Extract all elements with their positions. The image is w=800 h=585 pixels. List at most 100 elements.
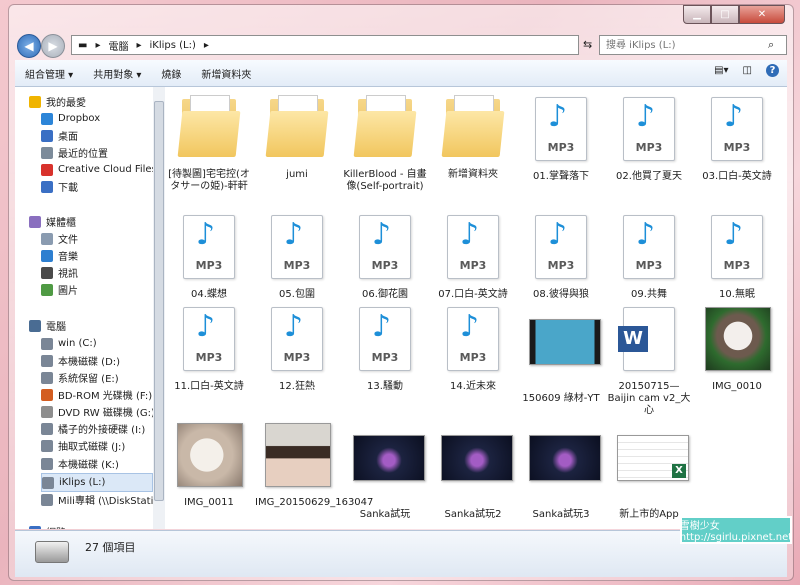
file-item[interactable]: Sanka試玩3 <box>519 417 603 521</box>
scrollbar-thumb[interactable] <box>154 101 164 501</box>
file-item[interactable]: Sanka試玩2 <box>431 417 515 521</box>
file-item[interactable]: ♪ MP3 07.口白-英文詩 <box>431 209 515 301</box>
sidebar-item[interactable]: 網路 <box>29 523 66 529</box>
sidebar-item[interactable]: 文件 <box>41 230 78 247</box>
file-item[interactable]: ♪ MP3 06.御花園 <box>343 209 427 301</box>
file-item[interactable]: 150609 綠材-YT <box>519 301 603 405</box>
breadcrumb-computer[interactable]: 電腦 <box>108 38 128 53</box>
sidebar-item[interactable]: 圖片 <box>41 281 78 298</box>
close-button[interactable]: ✕ <box>739 5 785 24</box>
sidebar-item[interactable]: 下載 <box>41 178 78 195</box>
view-options-icon[interactable]: ▤▾ <box>714 65 728 76</box>
search-box[interactable]: ⌕ <box>599 35 787 55</box>
sidebar-item[interactable]: 媒體櫃 <box>29 213 76 230</box>
file-item[interactable]: ♪ MP3 05.包圍 <box>255 209 339 301</box>
file-item[interactable]: W 20150715—Baijin cam v2_大心 <box>607 301 691 417</box>
maximize-button[interactable]: □ <box>711 5 739 24</box>
help-icon[interactable]: ? <box>766 64 779 77</box>
sidebar-item[interactable]: win (C:) <box>41 335 97 352</box>
sidebar-item[interactable]: 最近的位置 <box>41 144 108 161</box>
file-item[interactable]: ♪ MP3 12.狂熱 <box>255 301 339 393</box>
network-drive-icon <box>41 493 53 506</box>
minimize-button[interactable]: ▁ <box>683 5 711 24</box>
file-name: 20150715—Baijin cam v2_大心 <box>607 381 691 416</box>
refresh-icon[interactable]: ⇆ <box>583 38 592 51</box>
breadcrumb-iklips[interactable]: iKlips (L:) <box>150 40 196 51</box>
file-item[interactable]: ♪ MP3 01.掌聲落下 <box>519 91 603 183</box>
file-item[interactable]: X 新上市的App <box>607 417 691 521</box>
game-screenshot-thumbnail <box>441 435 513 505</box>
sidebar-item[interactable]: 桌面 <box>41 127 78 144</box>
sidebar-item[interactable]: Creative Cloud Files <box>41 161 153 178</box>
sidebar-item[interactable]: 電腦 <box>29 317 66 334</box>
file-item[interactable]: IMG_20150629_163047 <box>255 417 373 509</box>
video-icon <box>41 266 53 279</box>
address-bar: ◀ ▶ ▬ ▸ 電腦 ▸ iKlips (L:) ▸ ⇆ ⌕ <box>15 33 787 59</box>
explorer-window: ▁ □ ✕ ◀ ▶ ▬ ▸ 電腦 ▸ iKlips (L:) ▸ ⇆ ⌕ 組合管… <box>8 4 794 581</box>
search-input[interactable] <box>600 38 768 52</box>
file-item[interactable]: 新增資料夾 <box>431 91 515 181</box>
mp3-file-icon: ♪ MP3 <box>265 307 329 377</box>
new-folder-button[interactable]: 新增資料夾 <box>191 66 261 81</box>
command-bar: 組合管理 ▾ 共用對象 ▾ 燒錄 新增資料夾 ▤▾ ◫ ? <box>15 60 787 87</box>
drive-icon: ▬ <box>78 39 88 51</box>
sidebar-item[interactable]: BD-ROM 光碟機 (F:) <box>41 386 152 403</box>
file-item[interactable]: ♪ MP3 02.他買了夏天 <box>607 91 691 183</box>
burn-button[interactable]: 燒錄 <box>151 66 191 81</box>
file-item[interactable]: IMG_0010 <box>695 301 779 393</box>
sidebar-item[interactable]: 本機磁碟 (D:) <box>41 352 120 369</box>
video-thumbnail <box>529 319 601 389</box>
sidebar-item-label: 圖片 <box>58 286 78 297</box>
file-item[interactable]: ♪ MP3 08.彼得與狼 <box>519 209 603 301</box>
file-item[interactable]: ♪ MP3 03.口白-英文詩 <box>695 91 779 183</box>
sidebar-item[interactable]: Mili專輯 (\\DiskStatio <box>41 491 153 508</box>
sidebar-item[interactable]: Dropbox <box>41 110 100 127</box>
sidebar-item[interactable]: 系統保留 (E:) <box>41 369 119 386</box>
share-with-button[interactable]: 共用對象 ▾ <box>83 66 151 81</box>
file-item[interactable]: ♪ MP3 10.無眠 <box>695 209 779 301</box>
photo-thumbnail <box>265 423 331 493</box>
file-name: KillerBlood - 自畫像(Self-portrait) <box>343 169 427 192</box>
mp3-label: MP3 <box>723 141 751 154</box>
sidebar-item[interactable]: 音樂 <box>41 247 78 264</box>
file-name: 09.共舞 <box>631 289 667 300</box>
back-button[interactable]: ◀ <box>17 34 41 58</box>
file-name: jumi <box>286 169 308 180</box>
sidebar-item[interactable]: DVD RW 磁碟機 (G:) <box>41 403 153 420</box>
file-item[interactable]: IMG_0011 <box>167 417 251 509</box>
file-name: 03.口白-英文詩 <box>702 171 772 182</box>
sidebar-item[interactable]: 我的最愛 <box>29 93 86 110</box>
file-name: 12.狂熱 <box>279 381 315 392</box>
watermark-logo: 雪樹少女 http://sgirlu.pixnet.net <box>680 516 792 544</box>
nav-scrollbar[interactable] <box>153 87 165 529</box>
mp3-label: MP3 <box>195 351 223 364</box>
mp3-file-icon: ♪ MP3 <box>441 307 505 377</box>
sidebar-item-label: 最近的位置 <box>58 149 108 160</box>
sidebar-item[interactable]: 橘子的外接硬碟 (I:) <box>41 420 145 437</box>
sidebar-item[interactable]: iKlips (L:) <box>41 473 153 492</box>
file-item[interactable]: jumi <box>255 91 339 181</box>
file-item[interactable]: ♪ MP3 11.口白-英文詩 <box>167 301 251 393</box>
game-screenshot-thumbnail <box>353 435 425 505</box>
file-name: 11.口白-英文詩 <box>174 381 244 392</box>
mp3-document: ♪ MP3 <box>271 307 323 371</box>
file-item[interactable]: ♪ MP3 13.騷動 <box>343 301 427 393</box>
file-item[interactable]: Sanka試玩 <box>343 417 427 521</box>
breadcrumb[interactable]: ▬ ▸ 電腦 ▸ iKlips (L:) ▸ <box>71 35 579 55</box>
file-item[interactable]: ♪ MP3 14.近未來 <box>431 301 515 393</box>
sidebar-item[interactable]: 本機磁碟 (K:) <box>41 455 119 472</box>
sidebar-item[interactable]: 抽取式磁碟 (J:) <box>41 437 125 454</box>
music-note-icon: ♪ <box>196 217 216 252</box>
mp3-file-icon: ♪ MP3 <box>265 215 329 285</box>
mp3-document: ♪ MP3 <box>447 307 499 371</box>
file-item[interactable]: ♪ MP3 04.蝶想 <box>167 209 251 301</box>
file-item[interactable]: KillerBlood - 自畫像(Self-portrait) <box>343 91 427 193</box>
organize-button[interactable]: 組合管理 ▾ <box>15 66 83 81</box>
preview-pane-icon[interactable]: ◫ <box>743 65 752 76</box>
file-item[interactable]: [待製圖]宅宅控(オタサーの姫)-軒軒 <box>167 91 251 193</box>
search-icon[interactable]: ⌕ <box>768 38 774 52</box>
sidebar-item[interactable]: 視訊 <box>41 264 78 281</box>
file-name: [待製圖]宅宅控(オタサーの姫)-軒軒 <box>168 169 250 192</box>
file-item[interactable]: ♪ MP3 09.共舞 <box>607 209 691 301</box>
forward-button[interactable]: ▶ <box>41 34 65 58</box>
